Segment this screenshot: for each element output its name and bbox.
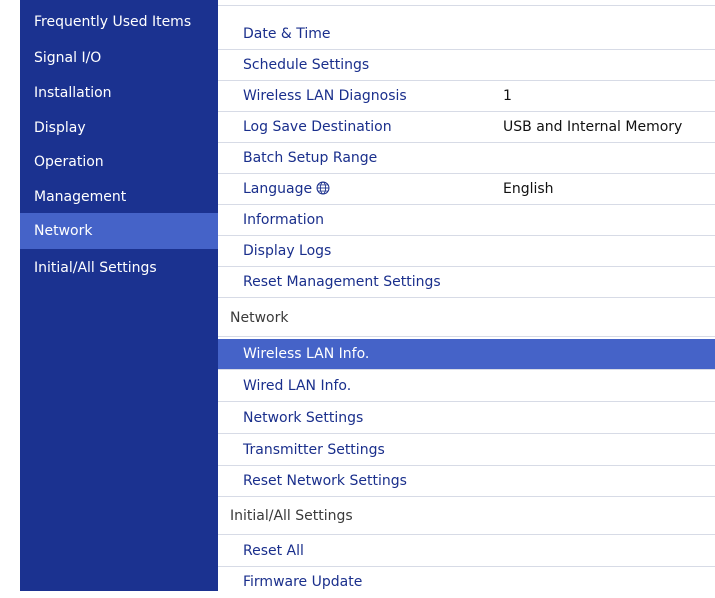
sidebar-item-operation[interactable]: Operation — [20, 144, 218, 180]
menu-item-firmware-update[interactable]: Firmware Update — [218, 567, 715, 598]
sidebar-item-display[interactable]: Display — [20, 110, 218, 146]
menu-item-reset-all[interactable]: Reset All — [218, 536, 715, 567]
menu-item-label: Date & Time — [243, 26, 331, 42]
sidebar-item-initial-all-settings[interactable]: Initial/All Settings — [20, 250, 218, 286]
menu-item-log-save-destination[interactable]: Log Save Destination USB and Internal Me… — [218, 112, 715, 143]
menu-item-schedule-settings[interactable]: Schedule Settings — [218, 50, 715, 81]
sidebar-item-installation[interactable]: Installation — [20, 75, 218, 111]
menu-item-reset-network-settings[interactable]: Reset Network Settings — [218, 466, 715, 497]
menu-item-batch-setup-range[interactable]: Batch Setup Range — [218, 143, 715, 174]
section-header-label: Network — [230, 310, 289, 326]
projector-menu-window: Frequently Used Items Signal I/O Install… — [20, 0, 715, 591]
sidebar: Frequently Used Items Signal I/O Install… — [20, 0, 218, 591]
globe-icon — [316, 181, 330, 195]
menu-item-value: English — [503, 181, 554, 197]
sidebar-item-network[interactable]: Network — [20, 213, 218, 249]
menu-item-label: Schedule Settings — [243, 57, 370, 73]
menu-item-label: Transmitter Settings — [243, 442, 385, 458]
sidebar-item-frequently-used-items[interactable]: Frequently Used Items — [20, 4, 218, 40]
menu-item-label: Information — [243, 212, 325, 228]
menu-item-label: Wireless LAN Info. — [243, 346, 370, 362]
menu-item-network-settings[interactable]: Network Settings — [218, 403, 715, 434]
divider — [218, 0, 715, 6]
section-header-network: Network — [218, 300, 715, 337]
menu-item-language[interactable]: Language English — [218, 174, 715, 205]
menu-item-label-wrap: Language — [243, 174, 330, 204]
menu-item-information[interactable]: Information — [218, 205, 715, 236]
menu-item-label: Network Settings — [243, 410, 364, 426]
sidebar-item-signal-io[interactable]: Signal I/O — [20, 40, 218, 76]
menu-item-label: Batch Setup Range — [243, 150, 378, 166]
menu-item-label: Language — [243, 181, 313, 197]
menu-item-wireless-lan-diagnosis[interactable]: Wireless LAN Diagnosis 1 — [218, 81, 715, 112]
menu-item-date-time[interactable]: Date & Time — [218, 19, 715, 50]
menu-item-value: 1 — [503, 88, 512, 104]
menu-item-label: Reset Management Settings — [243, 274, 441, 290]
menu-item-label: Wireless LAN Diagnosis — [243, 88, 407, 104]
menu-item-label: Wired LAN Info. — [243, 378, 352, 394]
menu-item-label: Reset Network Settings — [243, 473, 407, 489]
menu-item-reset-management-settings[interactable]: Reset Management Settings — [218, 267, 715, 298]
menu-item-value: USB and Internal Memory — [503, 119, 683, 135]
section-header-initial-all-settings: Initial/All Settings — [218, 498, 715, 535]
menu-item-label: Log Save Destination — [243, 119, 392, 135]
menu-item-wireless-lan-info[interactable]: Wireless LAN Info. — [218, 339, 715, 370]
menu-item-label: Reset All — [243, 543, 304, 559]
section-header-label: Initial/All Settings — [230, 508, 353, 524]
menu-item-label: Firmware Update — [243, 574, 363, 590]
menu-item-label: Display Logs — [243, 243, 332, 259]
menu-item-wired-lan-info[interactable]: Wired LAN Info. — [218, 371, 715, 402]
settings-list: Date & Time Schedule Settings Wireless L… — [218, 0, 715, 591]
menu-item-display-logs[interactable]: Display Logs — [218, 236, 715, 267]
menu-item-transmitter-settings[interactable]: Transmitter Settings — [218, 435, 715, 466]
sidebar-item-management[interactable]: Management — [20, 179, 218, 215]
